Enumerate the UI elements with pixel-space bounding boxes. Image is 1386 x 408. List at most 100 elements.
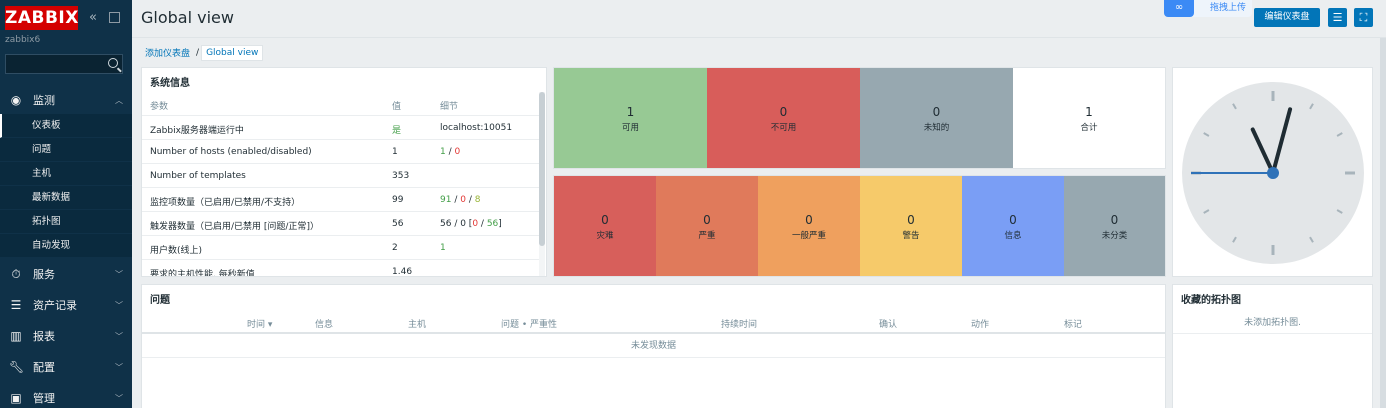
widget-title: 收藏的拓扑图 xyxy=(1181,295,1241,306)
host-availability-cell[interactable]: 1 合计 xyxy=(1013,68,1165,168)
search-input[interactable] xyxy=(5,54,123,74)
severity-cell[interactable]: 0 未分类 xyxy=(1064,176,1165,276)
link-icon[interactable]: ∞ xyxy=(1164,0,1194,17)
param-cell: Number of templates xyxy=(150,171,246,181)
system-info-table: 参数 值 细节 Zabbix服务器端运行中 是 localhost:10051 … xyxy=(142,92,540,277)
disabled-count: 0 xyxy=(454,147,461,157)
menu-configuration[interactable]: 🔧︎ 配置 ﹀ xyxy=(0,352,132,382)
severity-label: 警告 xyxy=(902,231,920,241)
disabled-count: 0 xyxy=(460,195,466,205)
host-status-label: 可用 xyxy=(621,123,639,133)
column-header: 值 xyxy=(392,102,402,112)
menu-administration-label: 管理 xyxy=(33,392,55,405)
host-count: 0 xyxy=(932,105,941,119)
severity-label: 未分类 xyxy=(1101,231,1128,241)
detail-suffix: ] xyxy=(498,219,502,229)
submenu-maps[interactable]: 拓扑图 xyxy=(0,210,132,234)
menu-services[interactable]: ⏱ 服务 ﹀ xyxy=(0,259,132,289)
severity-cell[interactable]: 0 严重 xyxy=(656,176,758,276)
host-availability-cell[interactable]: 0 未知的 xyxy=(860,68,1013,168)
fullscreen-button[interactable]: ⛶ xyxy=(1354,8,1373,27)
breadcrumb: 添加仪表盘 / Global view xyxy=(141,44,264,61)
column-header-time[interactable]: 时间 ▾ xyxy=(247,317,272,330)
scrollbar-thumb[interactable] xyxy=(539,92,545,246)
menu-monitoring-label: 监测 xyxy=(33,94,55,107)
kiosk-mode-icon[interactable] xyxy=(109,12,120,23)
severity-count: 0 xyxy=(1009,213,1017,227)
submenu-discovery[interactable]: 自动发现 xyxy=(0,234,132,258)
menu-monitoring[interactable]: ◉ 监测 ︿ xyxy=(0,85,132,115)
problems-by-severity-widget: 0 灾难 0 严重 0 一般严重 0 警告 0 信息 0 未分类 xyxy=(553,175,1166,277)
unsupported-count: 8 xyxy=(474,195,481,205)
monitoring-submenu: 仪表板 问题 主机 最新数据 拓扑图 自动发现 xyxy=(0,114,132,258)
collapse-sidebar-icon[interactable]: « xyxy=(89,10,97,25)
menu-inventory[interactable]: ☰ 资产记录 ﹀ xyxy=(0,290,132,320)
header-divider xyxy=(132,37,1386,38)
fullscreen-icon: ⛶ xyxy=(1359,11,1368,24)
severity-cell[interactable]: 0 警告 xyxy=(860,176,962,276)
column-header: 持续时间 xyxy=(721,320,758,330)
severity-label: 信息 xyxy=(1004,231,1022,241)
severity-label: 灾难 xyxy=(596,231,614,241)
scrollbar[interactable] xyxy=(539,92,545,276)
param-cell: 用户数(线上) xyxy=(150,246,203,256)
gear-box-icon: ▣ xyxy=(10,391,22,405)
clock-widget xyxy=(1172,67,1373,277)
zabbix-logo[interactable]: ZABBIX xyxy=(5,6,78,30)
system-info-widget: 系统信息 参数 值 细节 Zabbix服务器端运行中 是 localhost:1… xyxy=(141,67,547,277)
submenu-problems[interactable]: 问题 xyxy=(0,138,132,162)
clock-center xyxy=(1267,167,1279,179)
table-row: 要求的主机性能, 每秒新值 1.46 xyxy=(142,260,540,277)
severity-cell[interactable]: 0 一般严重 xyxy=(758,176,860,276)
breadcrumb-current[interactable]: Global view xyxy=(201,44,264,61)
submenu-latest-data[interactable]: 最新数据 xyxy=(0,186,132,210)
menu-reports[interactable]: ▥ 报表 ﹀ xyxy=(0,321,132,351)
severity-count: 0 xyxy=(805,213,813,227)
menu-configuration-label: 配置 xyxy=(33,361,55,374)
submenu-hosts[interactable]: 主机 xyxy=(0,162,132,186)
timer-icon: ⏱ xyxy=(11,266,21,281)
menu-administration[interactable]: ▣ 管理 ﹀ xyxy=(0,383,132,408)
host-status-label: 未知的 xyxy=(923,123,950,133)
problems-table-header: 时间 ▾ 信息 主机 问题 • 严重性 持续时间 确认 动作 标记 xyxy=(142,312,1165,334)
wrench-icon: 🔧︎ xyxy=(9,360,25,374)
menu-inventory-label: 资产记录 xyxy=(33,299,77,312)
no-maps-message: 未添加拓扑图. xyxy=(1173,312,1372,334)
analog-clock xyxy=(1182,82,1364,264)
page-scrollbar[interactable] xyxy=(1380,38,1386,408)
dashboard-actions-button[interactable]: ☰ xyxy=(1328,8,1347,27)
host-count: 1 xyxy=(626,105,635,119)
chevron-down-icon: ﹀ xyxy=(115,300,123,310)
host-availability-cell[interactable]: 1 可用 xyxy=(554,68,707,168)
severity-label: 一般严重 xyxy=(791,231,826,241)
severity-count: 0 xyxy=(907,213,915,227)
detail-cell: 1 / 0 xyxy=(440,147,461,157)
upload-badge[interactable]: ∞ 拖拽上传 xyxy=(1164,0,1252,17)
favorite-maps-widget: 收藏的拓扑图 未添加拓扑图. xyxy=(1172,284,1373,408)
column-header: 细节 xyxy=(440,102,459,112)
chart-icon: ▥ xyxy=(10,329,22,343)
table-header: 参数 值 细节 xyxy=(142,92,540,116)
edit-dashboard-button[interactable]: 编辑仪表盘 xyxy=(1254,8,1320,27)
value-cell: 1.46 xyxy=(392,267,413,277)
menu-reports-label: 报表 xyxy=(33,330,55,343)
widget-title: 问题 xyxy=(150,295,170,306)
host-status-label: 不可用 xyxy=(770,123,797,133)
submenu-dashboard[interactable]: 仪表板 xyxy=(0,114,132,138)
column-header: 确认 xyxy=(879,320,898,330)
host-status-label: 合计 xyxy=(1080,123,1098,133)
value-cell: 56 xyxy=(392,219,404,229)
breadcrumb-parent[interactable]: 添加仪表盘 xyxy=(141,46,194,59)
detail-cell: localhost:10051 xyxy=(440,123,513,133)
severity-cell[interactable]: 0 灾难 xyxy=(554,176,656,276)
host-availability-cell[interactable]: 0 不可用 xyxy=(707,68,860,168)
chevron-down-icon: ﹀ xyxy=(115,393,123,403)
problems-widget: 问题 时间 ▾ 信息 主机 问题 • 严重性 持续时间 确认 动作 标记 未发现… xyxy=(141,284,1166,408)
chevron-down-icon: ﹀ xyxy=(115,269,123,279)
list-icon: ☰ xyxy=(10,298,22,312)
search-icon[interactable] xyxy=(108,58,118,68)
upload-label[interactable]: 拖拽上传 xyxy=(1210,0,1246,13)
chevron-down-icon: ﹀ xyxy=(115,331,123,341)
severity-cell[interactable]: 0 信息 xyxy=(962,176,1064,276)
widget-title: 系统信息 xyxy=(150,78,190,89)
